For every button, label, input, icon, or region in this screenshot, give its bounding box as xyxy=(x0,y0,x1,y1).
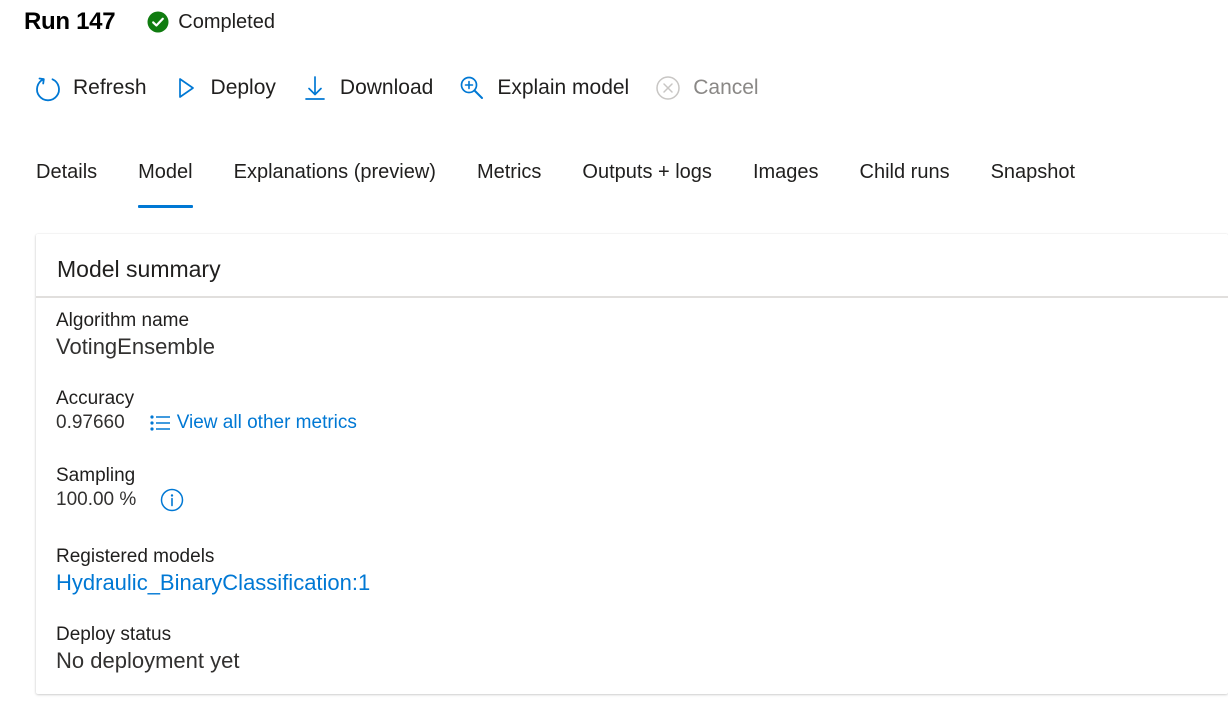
registered-models-field: Registered models Hydraulic_BinaryClassi… xyxy=(56,546,370,598)
list-icon xyxy=(149,413,173,433)
info-icon[interactable] xyxy=(160,488,184,512)
deploy-status-label: Deploy status xyxy=(56,624,172,645)
tab-child-runs[interactable]: Child runs xyxy=(860,154,950,210)
algorithm-value: VotingEnsemble xyxy=(56,334,215,359)
tab-metrics[interactable]: Metrics xyxy=(477,154,541,210)
play-icon xyxy=(172,74,200,102)
download-label: Download xyxy=(339,76,434,99)
download-icon xyxy=(301,74,329,102)
tab-snapshot[interactable]: Snapshot xyxy=(991,154,1076,210)
check-circle-icon xyxy=(147,11,169,33)
explain-model-label: Explain model xyxy=(497,76,630,99)
accuracy-value: 0.97660 xyxy=(56,412,125,433)
download-button[interactable]: Download xyxy=(301,74,433,102)
run-header: Run 147 Completed xyxy=(24,6,275,38)
sampling-field: Sampling 100.00 % xyxy=(56,465,184,513)
sampling-value: 100.00 % xyxy=(56,489,137,510)
model-summary-card: Model summary Algorithm name VotingEnsem… xyxy=(36,234,1228,694)
tab-details[interactable]: Details xyxy=(36,154,97,210)
cancel-label: Cancel xyxy=(693,76,759,99)
registered-model-link[interactable]: Hydraulic_BinaryClassification:1 xyxy=(56,568,370,598)
explain-model-button[interactable]: Explain model xyxy=(458,74,629,102)
deploy-status-field: Deploy status No deployment yet xyxy=(56,624,239,676)
cancel-icon xyxy=(654,74,682,102)
accuracy-label: Accuracy xyxy=(56,388,135,409)
card-title: Model summary xyxy=(36,234,1228,298)
refresh-button[interactable]: Refresh xyxy=(34,74,147,102)
tab-model[interactable]: Model xyxy=(138,154,194,210)
tab-outputs-logs[interactable]: Outputs + logs xyxy=(582,154,712,210)
algorithm-field: Algorithm name VotingEnsemble xyxy=(56,310,215,362)
refresh-label: Refresh xyxy=(73,76,147,99)
refresh-icon xyxy=(34,74,62,102)
accuracy-row: 0.97660 View all other metrics xyxy=(56,410,357,436)
run-tabs: Details Model Explanations (preview) Met… xyxy=(36,154,1116,210)
cancel-button[interactable]: Cancel xyxy=(654,74,759,102)
zoom-in-icon xyxy=(458,74,486,102)
tab-explanations[interactable]: Explanations (preview) xyxy=(234,154,436,210)
deploy-button[interactable]: Deploy xyxy=(172,74,276,102)
command-bar: Refresh Deploy Download Explain model Ca… xyxy=(34,70,784,106)
run-page: Run 147 Completed Refresh Deploy Downloa… xyxy=(0,0,1228,716)
sampling-label: Sampling xyxy=(56,465,136,486)
run-title: Run 147 xyxy=(24,8,116,35)
tab-images[interactable]: Images xyxy=(753,154,819,210)
algorithm-label: Algorithm name xyxy=(56,310,190,331)
accuracy-field: Accuracy 0.97660 View all other metrics xyxy=(56,388,357,436)
run-status: Completed xyxy=(147,11,275,34)
view-all-metrics-link[interactable]: View all other metrics xyxy=(149,412,357,434)
sampling-row: 100.00 % xyxy=(56,487,184,513)
registered-models-label: Registered models xyxy=(56,546,215,567)
view-all-metrics-label: View all other metrics xyxy=(176,412,357,433)
deploy-label: Deploy xyxy=(210,76,276,99)
status-label: Completed xyxy=(178,10,275,33)
deploy-status-value: No deployment yet xyxy=(56,648,240,673)
